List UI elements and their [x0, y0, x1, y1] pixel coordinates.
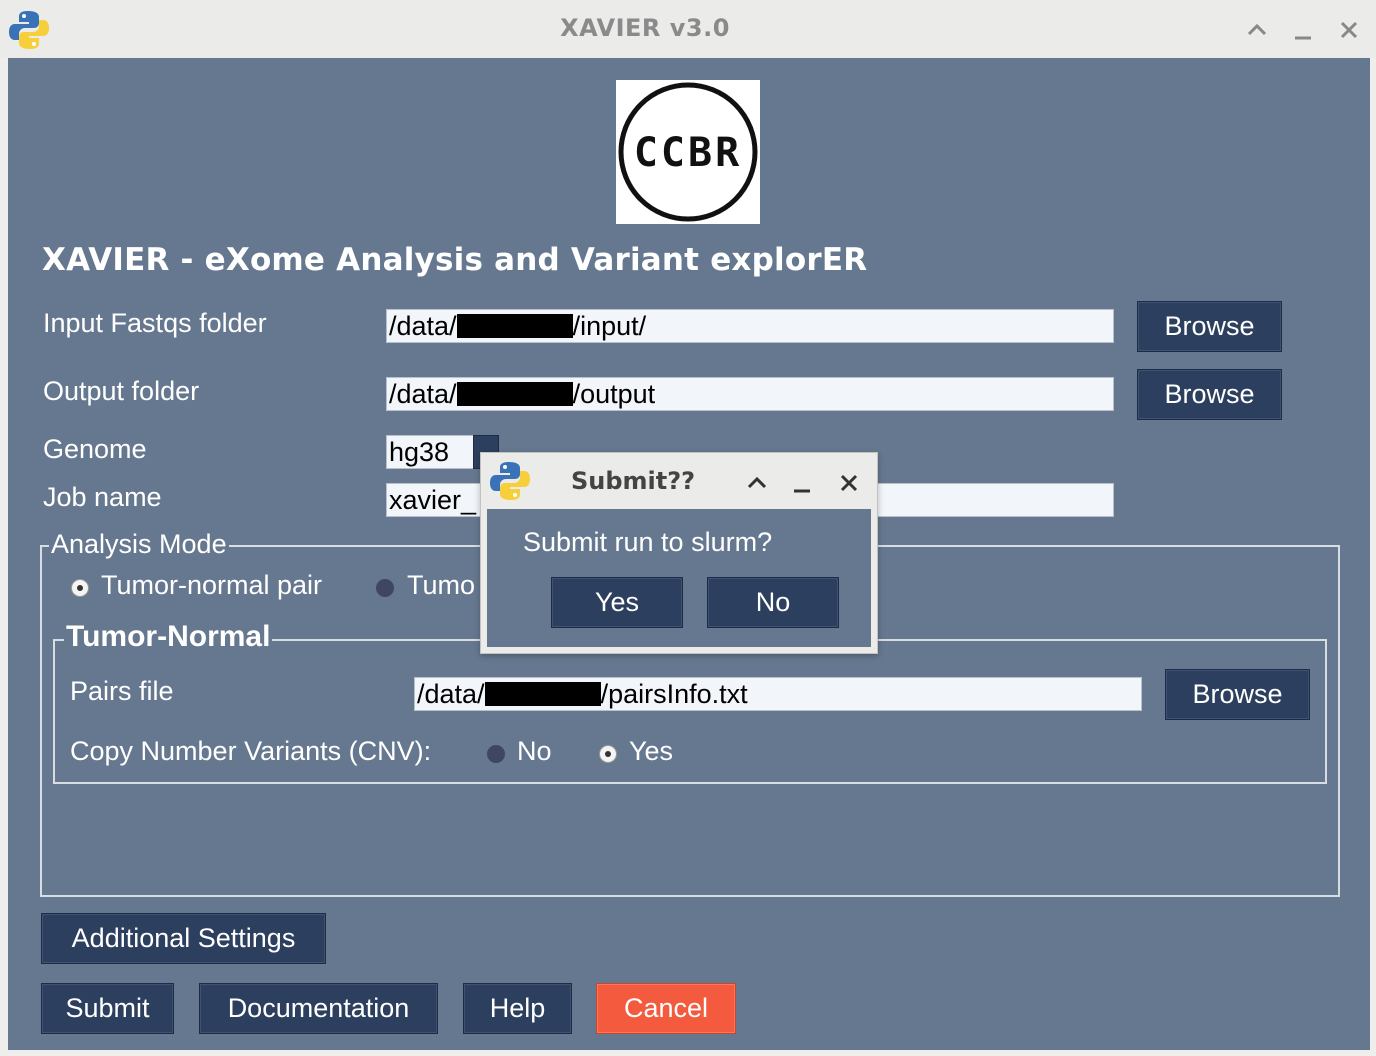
output-browse-button[interactable]: Browse: [1137, 369, 1282, 420]
cnv-no-label[interactable]: No: [517, 736, 552, 767]
cnv-yes-label[interactable]: Yes: [629, 736, 673, 767]
radio-cnv-yes[interactable]: [599, 745, 617, 763]
documentation-button[interactable]: Documentation: [199, 983, 438, 1034]
pairs-file-field[interactable]: /data//pairsInfo.txt: [414, 677, 1142, 711]
tumor-normal-pair-label[interactable]: Tumor-normal pair: [101, 570, 322, 601]
chevron-up-icon[interactable]: [1242, 14, 1272, 44]
tumor-only-label[interactable]: Tumo: [407, 570, 475, 601]
chevron-up-icon[interactable]: [743, 467, 771, 497]
pairs-file-label: Pairs file: [70, 676, 174, 706]
dialog-yes-button[interactable]: Yes: [551, 577, 683, 628]
radio-cnv-no[interactable]: [487, 745, 505, 763]
input-folder-label: Input Fastqs folder: [43, 308, 267, 338]
cnv-label: Copy Number Variants (CNV):: [70, 736, 432, 766]
jobname-label: Job name: [43, 482, 162, 512]
cancel-button[interactable]: Cancel: [596, 983, 736, 1034]
dialog-no-button[interactable]: No: [707, 577, 839, 628]
genome-label: Genome: [43, 434, 147, 464]
input-browse-button[interactable]: Browse: [1137, 301, 1282, 352]
radio-tumor-only[interactable]: [376, 579, 394, 597]
ccbr-logo: CCBR: [616, 80, 760, 224]
analysis-mode-title: Analysis Mode: [49, 529, 229, 560]
minimize-icon[interactable]: [788, 467, 816, 497]
output-folder-field[interactable]: /data//output: [386, 377, 1114, 411]
pairs-browse-button[interactable]: Browse: [1165, 669, 1310, 720]
dialog-title: Submit??: [571, 467, 696, 495]
close-icon[interactable]: [835, 467, 863, 497]
redacted-block: [456, 382, 573, 406]
submit-dialog: Submit?? Submit run to slurm? Yes No: [480, 452, 878, 654]
help-button[interactable]: Help: [463, 983, 572, 1034]
redacted-block: [456, 314, 573, 338]
python-logo-icon: [489, 460, 531, 506]
close-icon[interactable]: [1334, 14, 1364, 44]
tumor-normal-title: Tumor-Normal: [64, 620, 273, 654]
main-window: XAVIER v3.0 CCBR XAVIER - eXome Analysis…: [0, 0, 1376, 1056]
output-folder-label: Output folder: [43, 376, 200, 406]
genome-select[interactable]: hg38: [386, 435, 474, 469]
dialog-body: Submit run to slurm? Yes No: [487, 509, 871, 647]
title-bar[interactable]: XAVIER v3.0: [0, 0, 1376, 58]
dialog-message: Submit run to slurm?: [523, 527, 773, 557]
window-title: XAVIER v3.0: [560, 14, 730, 42]
logo-text: CCBR: [634, 130, 742, 176]
page-title: XAVIER - eXome Analysis and Variant expl…: [42, 242, 868, 278]
input-folder-field[interactable]: /data//input/: [386, 309, 1114, 343]
minimize-icon[interactable]: [1288, 14, 1318, 44]
redacted-block: [484, 682, 601, 706]
submit-button[interactable]: Submit: [41, 983, 174, 1034]
radio-tumor-normal-pair[interactable]: [71, 579, 89, 597]
additional-settings-button[interactable]: Additional Settings: [41, 913, 326, 964]
